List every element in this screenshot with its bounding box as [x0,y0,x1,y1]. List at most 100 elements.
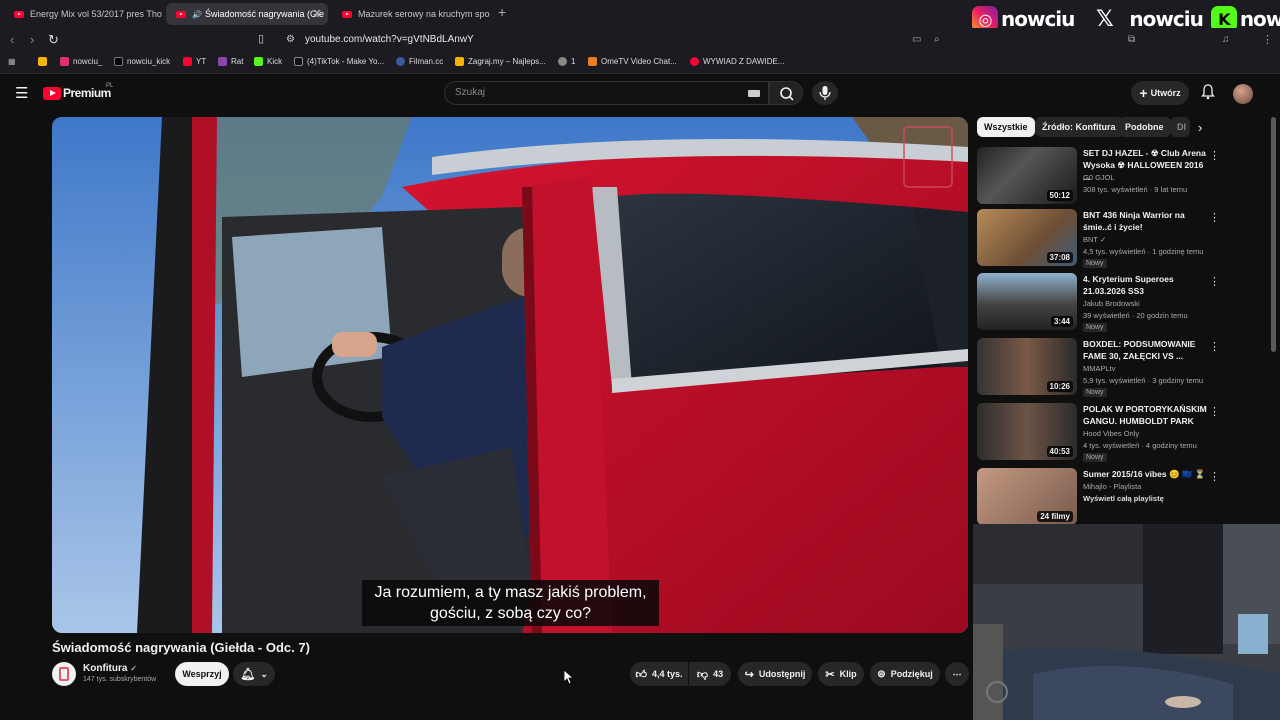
subtitle-line: Ja rozumiem, a ty masz jakiś problem, [374,584,647,601]
close-tab-icon[interactable]: ✕ [313,7,322,20]
extensions-icon[interactable]: ⧉ [1128,34,1135,45]
youtube-premium-label: Premium [63,86,111,100]
video-player[interactable] [52,117,968,633]
thanks-button[interactable]: ⊜ Podziękuj [870,662,940,686]
bookmark-item[interactable]: OmeTV Video Chat... [588,57,677,66]
recommendation-item[interactable]: 40:53 POLAK W PORTORYKAŃSKIM GANGU. HUMB… [977,403,1220,462]
search-icon [780,87,794,101]
apps-grid-icon[interactable]: ▦ [8,57,16,66]
bookmark-item[interactable]: nowciu_ [60,57,102,66]
webcam-frame [973,524,1280,720]
menu-dots-icon[interactable]: ⋮ [1262,33,1273,46]
tab-title: Energy Mix vol 53/2017 pres Tho [30,9,162,19]
more-vert-icon[interactable]: ⋮ [1209,275,1220,288]
recommendation-item[interactable]: 24 filmy Sumer 2015/16 vibes 😊 🇪🇺 ⏳ Miha… [977,468,1220,526]
forward-icon[interactable]: › [30,32,34,47]
browser-tab[interactable]: Energy Mix vol 53/2017 pres Tho [4,3,162,25]
chip-all[interactable]: Wszystkie [977,117,1035,137]
more-vert-icon[interactable]: ⋮ [1209,405,1220,418]
plus-icon: + [1139,85,1148,101]
browser-tab-active[interactable]: 🔊 Świadomość nagrywania (Gie ✕ [166,3,328,25]
more-actions-icon[interactable]: ⋯ [945,662,969,686]
recommendation-item[interactable]: 3:44 4. Kryterium Superoes 21.03.2026 SS… [977,273,1220,332]
bookmark-item[interactable]: WYWIAD Z DAWIDE... [690,57,784,66]
scrollbar[interactable] [1271,117,1276,352]
rec-meta: 39 wyświetleń · 20 godzin temu [1083,311,1188,320]
like-button[interactable]: 👍︎ 4,4 tys. [630,662,688,686]
rec-meta: 4,5 tys. wyświetleń · 1 godzinę temu [1083,247,1204,256]
youtube-logo-icon[interactable] [43,87,61,100]
more-vert-icon[interactable]: ⋮ [1209,340,1220,353]
bookmark-item[interactable]: nowciu_kick [114,57,170,66]
more-vert-icon[interactable]: ⋮ [1209,470,1220,483]
rec-title: 4. Kryterium Superoes 21.03.2026 SS3 [1083,274,1174,296]
reload-icon[interactable]: ↻ [48,32,59,48]
bookmark-item[interactable]: Kick [254,57,282,66]
thumbs-up-icon: 👍︎ [635,668,647,681]
browser-tab[interactable]: Mazurek serowy na kruchym spodzie [332,3,490,25]
youtube-header: ☰ Premium PL Szukaj + Utwórz [0,75,1280,113]
bookmark-item[interactable]: YT [183,57,206,66]
share-button[interactable]: ↪ Udostępnij [738,662,812,686]
bookmark-item[interactable]: Zagraj.my – Najleps... [455,57,546,66]
create-label: Utwórz [1150,88,1181,98]
thumbnail: 40:53 [977,403,1077,460]
thumbnail: 10:26 [977,338,1077,395]
chip-source[interactable]: Źródło: Konfitura [1035,117,1123,137]
youtube-favicon-icon [14,10,24,18]
new-tab-icon[interactable]: + [498,4,506,20]
search-button[interactable] [769,81,803,105]
youtube-favicon-icon [176,10,186,18]
more-vert-icon[interactable]: ⋮ [1209,149,1220,162]
bell-icon: 🔔︎ [240,667,256,681]
recommendation-item[interactable]: 37:08 BNT 436 Ninja Warrior na śmie..ć i… [977,209,1220,268]
rec-channel: Hood Vibes Only [1083,429,1140,438]
site-info-icon[interactable]: ⚙ [286,34,295,45]
rec-meta: 5,9 tys. wyświetleń · 3 godziny temu [1083,376,1204,385]
notifications-bell-icon[interactable] [1201,84,1215,105]
channel-avatar[interactable] [52,662,76,686]
chip-similar[interactable]: Podobne [1118,117,1171,137]
zoom-icon[interactable]: ⌕ [934,34,940,45]
bookmark-item[interactable]: Rat [218,57,243,66]
country-code: PL [106,83,114,89]
rec-channel: BNT ✓ [1083,235,1107,244]
share-icon: ↪ [744,668,754,681]
back-icon[interactable]: ‹ [10,32,14,47]
speaker-icon: 🔊 [192,9,202,19]
new-badge: Nowy [1083,323,1107,332]
dislike-button[interactable]: 👎︎ 43 [689,662,731,686]
thumbnail: 37:08 [977,209,1077,266]
bookmark-item[interactable]: 1 [558,57,575,66]
clip-button[interactable]: ✂ Klip [818,662,864,686]
bookmark-item[interactable]: (4)TikTok - Make Yo... [294,57,384,66]
voice-search-button[interactable] [812,81,838,105]
create-button[interactable]: + Utwórz [1131,81,1189,105]
dollar-heart-icon: ⊜ [877,668,886,680]
new-badge: Nowy [1083,453,1107,462]
thumbs-down-icon: 👎︎ [696,668,709,681]
chip-more[interactable]: Dl [1170,117,1190,137]
cast-icon[interactable]: ▭ [912,34,921,45]
hamburger-menu-icon[interactable]: ☰ [15,84,28,102]
search-input[interactable]: Szukaj [444,81,769,105]
url-field[interactable]: youtube.com/watch?v=gVtNBdLAnwY [305,34,474,45]
bookmark-icon[interactable]: ▯ [258,32,264,45]
recommendation-item[interactable]: 50:12 SET DJ HAZEL - ☢ Club Arena Wysoka… [977,147,1220,205]
bookmark-item[interactable] [38,57,51,66]
chevron-right-icon[interactable]: › [1198,120,1202,135]
subtitle-line: gościu, z sobą czy co? [430,605,591,622]
more-vert-icon[interactable]: ⋮ [1209,211,1220,224]
channel-name[interactable]: Konfitura ✓ [83,663,137,674]
verified-icon: ✓ [130,664,137,673]
notifications-button[interactable]: 🔔︎ ⌄ [233,662,275,686]
video-title: Świadomość nagrywania (Giełda - Odc. 7) [52,640,310,655]
thumbnail: 50:12 [977,147,1077,204]
keyboard-icon[interactable] [748,90,760,97]
bookmark-item[interactable]: Filman.cc [396,57,443,66]
avatar[interactable] [1233,84,1253,104]
recommendation-item[interactable]: 10:26 BOXDEL: PODSUMOWANIE FAME 30, ZAŁĘ… [977,338,1220,397]
rec-channel: MMAPLtv [1083,364,1116,373]
music-icon[interactable]: ♫ [1222,34,1230,45]
support-button[interactable]: Wesprzyj [175,662,229,686]
